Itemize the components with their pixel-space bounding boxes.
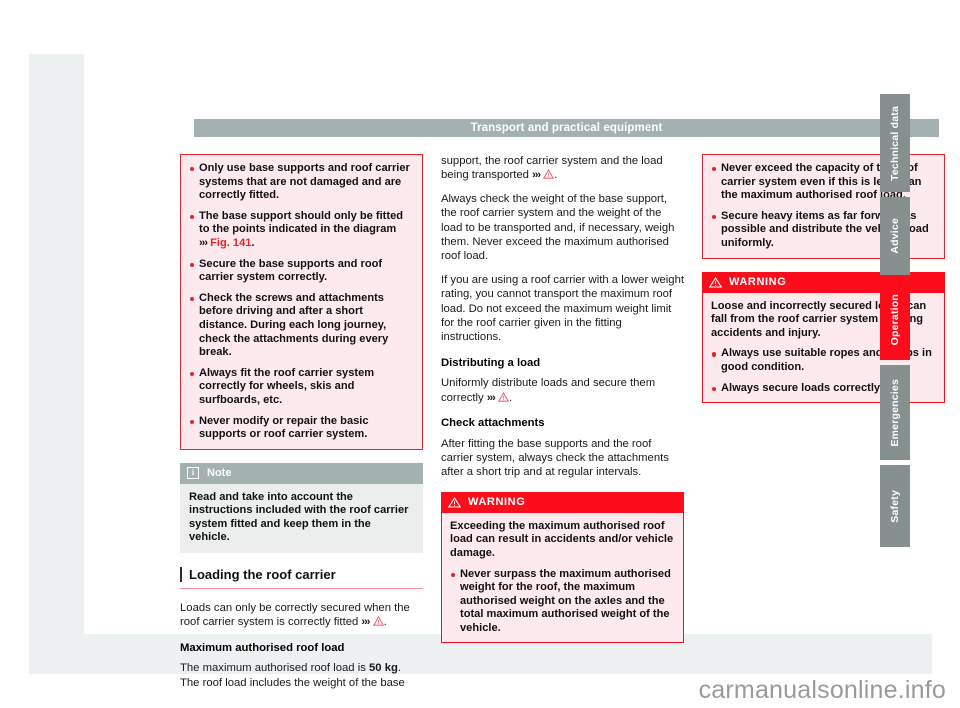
sidebar-item-advice[interactable]: Advice (880, 197, 910, 275)
reference-arrows-icon: ››› (361, 616, 370, 629)
info-icon: i (187, 467, 199, 480)
reference-arrows-icon: ››› (199, 236, 208, 249)
warning-intro-text: Exceeding the maximum authorised roof lo… (450, 519, 674, 559)
warning-bullet-list: Never surpass the maximum authorised wei… (450, 568, 675, 636)
page-header-title: Transport and practical equipment (470, 122, 663, 134)
note-text: Read and take into account the instructi… (189, 490, 409, 544)
warning-box-body: Exceeding the maximum authorised roof lo… (441, 512, 684, 644)
tab-label: Advice (889, 218, 901, 254)
tab-label: Safety (889, 489, 901, 523)
page-header-bar: Transport and practical equipment (194, 119, 939, 137)
list-item: Only use base supports and roof carrier … (189, 162, 414, 203)
warning-triangle-icon (709, 276, 722, 288)
tab-label: Emergencies (889, 378, 901, 447)
site-watermark: carmanualsonline.info (698, 676, 946, 704)
warning-box-left: Only use base supports and roof carrier … (180, 154, 423, 450)
note-box-label: Note (207, 467, 232, 480)
tab-label: Operation (889, 294, 901, 346)
reference-arrows-icon: ››› (486, 391, 496, 404)
list-item: Never modify or repair the basic support… (189, 415, 414, 442)
warning-triangle-icon (448, 496, 461, 508)
subheading-check-attachments: Check attachments (441, 417, 545, 430)
subheading-distributing-load: Distributing a load (441, 356, 541, 369)
list-item: The base support should only be fitted t… (189, 210, 414, 251)
warning-bullet-list: Only use base supports and roof carrier … (189, 162, 414, 442)
continued-paragraph: support, the roof carrier system and the… (441, 155, 663, 182)
column-middle: support, the roof carrier system and the… (441, 154, 684, 656)
tab-label: Technical data (889, 105, 901, 181)
sidebar-item-technical-data[interactable]: Technical data (880, 94, 910, 192)
section-heading-label: Loading the roof carrier (189, 567, 336, 583)
list-item: Secure the base supports and roof carrie… (189, 258, 414, 285)
list-item: Never surpass the maximum authorised wei… (450, 568, 675, 636)
list-item: Check the screws and attachments before … (189, 292, 414, 360)
sidebar-item-operation[interactable]: Operation (880, 280, 910, 360)
warning-triangle-icon (372, 616, 384, 627)
figure-reference-link[interactable]: Fig. 141 (210, 237, 251, 249)
reference-arrows-icon: ››› (532, 169, 541, 182)
lower-rating-paragraph: If you are using a roof carrier with a l… (441, 273, 684, 344)
warning-box-header: WARNING (441, 491, 684, 513)
pdf-viewer: Transport and practical equipment Only u… (0, 0, 960, 708)
check-attachments-paragraph: After fitting the base supports and the … (441, 437, 669, 479)
list-item: Always fit the roof carrier system corre… (189, 367, 414, 408)
warning-triangle-icon (497, 391, 509, 402)
roof-load-value: 50 kg (369, 662, 398, 675)
note-box-header: i Note (180, 462, 423, 484)
warning-box-label: WARNING (468, 496, 526, 509)
manual-page: Transport and practical equipment Only u… (84, 54, 945, 689)
intro-paragraph: Loads can only be correctly secured when… (180, 602, 410, 629)
note-box: i Note Read and take into account the in… (180, 462, 423, 554)
warning-triangle-icon (543, 169, 555, 180)
warning-box-middle: WARNING Exceeding the maximum authorised… (441, 491, 684, 644)
column-left: Only use base supports and roof carrier … (180, 154, 423, 690)
section-heading: Loading the roof carrier (180, 566, 423, 590)
chapter-tabs: Technical data Advice Operation Emergenc… (880, 94, 910, 552)
note-box-body: Read and take into account the instructi… (180, 483, 423, 554)
sidebar-item-safety[interactable]: Safety (880, 465, 910, 547)
sidebar-item-emergencies[interactable]: Emergencies (880, 365, 910, 460)
warning-box-label: WARNING (729, 276, 787, 289)
weight-check-paragraph: Always check the weight of the base supp… (441, 192, 675, 263)
distribute-load-paragraph: Uniformly distribute loads and secure th… (441, 377, 656, 404)
subheading-max-roof-load: Maximum authorised roof load (180, 641, 345, 654)
